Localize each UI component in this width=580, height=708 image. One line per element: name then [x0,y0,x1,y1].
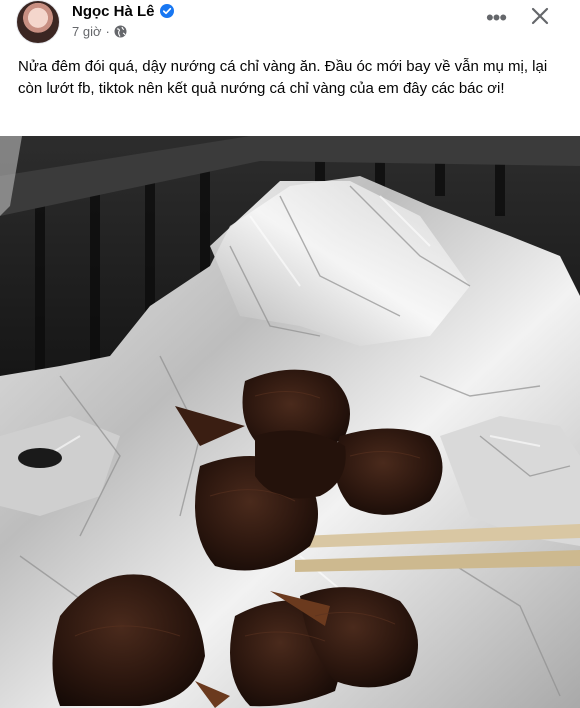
close-icon [530,6,550,31]
author-avatar[interactable] [16,0,60,44]
post-header: Ngọc Hà Lê 7 giờ · ••• [0,0,580,44]
verified-badge-icon [159,4,174,18]
post-timestamp[interactable]: 7 giờ [72,24,102,39]
post-text: Nửa đêm đói quá, dậy nướng cá chỉ vàng ă… [18,58,548,97]
author-row: Ngọc Hà Lê [72,1,174,21]
more-options-button[interactable]: ••• [476,2,516,34]
post-meta: 7 giờ · [72,22,127,40]
globe-icon[interactable] [114,25,127,38]
meta-separator: · [105,23,110,39]
post-photo[interactable] [0,136,580,708]
author-name[interactable]: Ngọc Hà Lê [72,3,155,20]
close-button[interactable] [520,0,560,36]
